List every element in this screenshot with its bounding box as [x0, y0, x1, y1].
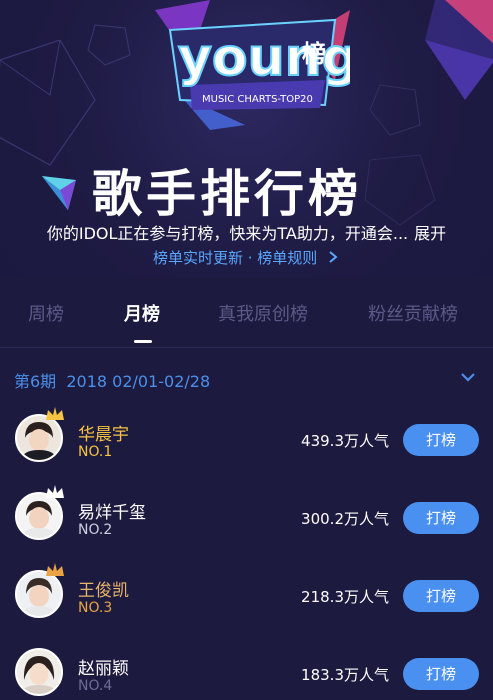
decorative-polygon-right-icon — [369, 84, 421, 136]
list-item: 华晨宇 NO.1 439.3万人气 打榜 — [0, 400, 493, 478]
singer-name: 赵丽颖 — [78, 659, 129, 679]
singer-name: 华晨宇 — [78, 425, 129, 445]
chart-tabs: 周榜 月榜 真我原创榜 粉丝贡献榜 — [0, 288, 493, 348]
chevron-right-icon — [329, 251, 338, 263]
crown-icon — [46, 407, 64, 420]
decorative-polygon-left-small-icon — [87, 24, 131, 66]
vote-button[interactable]: 打榜 — [403, 658, 479, 690]
intro-text: 你的IDOL正在参与打榜，快来为TA助力，开通会... — [46, 224, 409, 243]
decorative-gem-right-icon — [425, 0, 493, 100]
chart-rules-link[interactable]: 榜单实时更新 · 榜单规则 — [0, 247, 493, 268]
vote-button[interactable]: 打榜 — [403, 580, 479, 612]
avatar-portrait-icon — [17, 572, 61, 616]
vote-button[interactable]: 打榜 — [403, 424, 479, 456]
gem-icon — [42, 176, 76, 210]
period-label: 第6期 2018 02/01-02/28 — [14, 372, 211, 391]
page-title-row: 歌手排行榜 — [0, 148, 493, 223]
popularity-count: 439.3万人气 — [301, 432, 389, 450]
tab-weekly[interactable]: 周榜 — [28, 300, 64, 326]
avatar-portrait-icon — [17, 416, 61, 460]
avatar[interactable] — [15, 648, 63, 696]
rank-label: NO.1 — [78, 444, 113, 460]
active-tab-indicator — [134, 340, 152, 343]
chart-rules-label: 榜单实时更新 · 榜单规则 — [152, 249, 318, 267]
tab-monthly[interactable]: 月榜 — [124, 300, 160, 326]
popularity-count: 183.3万人气 — [301, 666, 389, 684]
tab-fan-contribution[interactable]: 粉丝贡献榜 — [368, 300, 458, 326]
rank-label: NO.3 — [78, 600, 113, 616]
page-title: 歌手排行榜 — [92, 165, 362, 223]
rank-label: NO.4 — [78, 678, 113, 694]
rank-label: NO.2 — [78, 522, 113, 538]
list-item: 赵丽颖 NO.4 183.3万人气 打榜 — [0, 634, 493, 700]
hero-banner: young 榜 MUSIC CHARTS-TOP20 歌手排行榜 你的IDOL正… — [0, 0, 493, 278]
svg-text:榜: 榜 — [302, 40, 326, 68]
expand-link[interactable]: 展开 — [414, 224, 446, 243]
crown-icon — [46, 563, 64, 576]
logo-graphic-icon: young 榜 MUSIC CHARTS-TOP20 — [155, 0, 360, 130]
intro-text-row: 你的IDOL正在参与打榜，快来为TA助力，开通会... 展开 — [0, 220, 493, 244]
chevron-down-icon[interactable] — [458, 370, 478, 386]
singer-name: 易烊千玺 — [78, 503, 146, 523]
svg-text:MUSIC CHARTS-TOP20: MUSIC CHARTS-TOP20 — [202, 94, 313, 105]
avatar-portrait-icon — [17, 650, 61, 694]
period-selector[interactable]: 第6期 2018 02/01-02/28 — [0, 358, 493, 402]
young-chart-logo: young 榜 MUSIC CHARTS-TOP20 — [150, 0, 360, 130]
list-item: 王俊凯 NO.3 218.3万人气 打榜 — [0, 556, 493, 634]
singer-name: 王俊凯 — [78, 581, 129, 601]
tab-original[interactable]: 真我原创榜 — [218, 300, 308, 326]
list-item: 易烊千玺 NO.2 300.2万人气 打榜 — [0, 478, 493, 556]
popularity-count: 300.2万人气 — [301, 510, 389, 528]
popularity-count: 218.3万人气 — [301, 588, 389, 606]
vote-button[interactable]: 打榜 — [403, 502, 479, 534]
crown-icon — [46, 485, 64, 498]
avatar-portrait-icon — [17, 494, 61, 538]
